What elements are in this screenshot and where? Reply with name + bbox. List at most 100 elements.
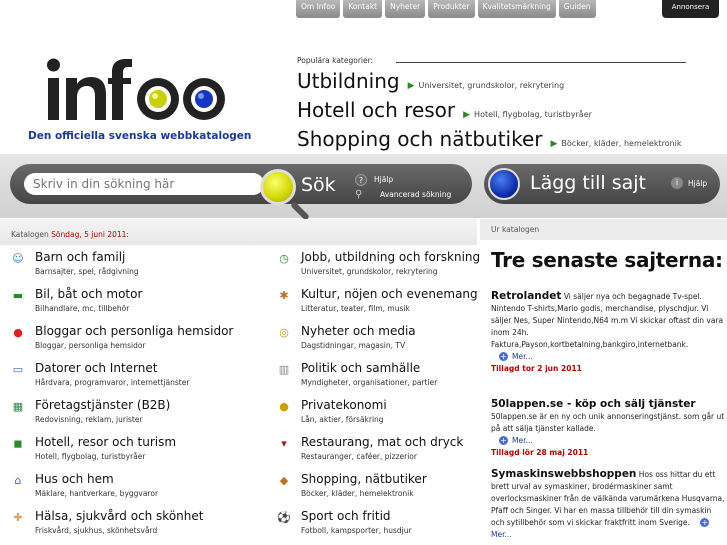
category-name[interactable]: Sport och fritid bbox=[301, 509, 391, 523]
nav-produkter[interactable]: Produkter bbox=[428, 0, 475, 18]
more-label[interactable]: Mer... bbox=[512, 352, 533, 361]
family-icon: ☺ bbox=[12, 252, 24, 265]
advanced-search-link[interactable]: Avancerad sökning bbox=[380, 190, 451, 199]
add-site-bar[interactable]: Lägg till sajt i Hjälp bbox=[484, 164, 720, 204]
entry-title-link[interactable]: Symaskinswebbshoppen bbox=[491, 468, 636, 480]
category-name[interactable]: Bil, båt och motor bbox=[35, 287, 142, 301]
popular-row-hotell[interactable]: Hotell och resor ▶ Hotell, flygbolag, tu… bbox=[297, 98, 592, 122]
infoo-logo-graphic bbox=[47, 58, 225, 120]
category-name[interactable]: Företagstjänster (B2B) bbox=[35, 398, 170, 412]
entry-title-link[interactable]: 50lappen.se - köp och sälj tjänster bbox=[491, 398, 696, 410]
category-name[interactable]: Shopping, nätbutiker bbox=[301, 472, 427, 486]
plus-icon: + bbox=[499, 352, 508, 361]
plus-icon: + bbox=[700, 518, 710, 527]
search-help-link[interactable]: Hjälp bbox=[374, 175, 393, 184]
binoculars-icon: ⚲ bbox=[355, 189, 363, 200]
nav-om-infoo[interactable]: Om Infoo bbox=[296, 0, 341, 18]
category-desc: Universitet, grundskolor, rekrytering bbox=[301, 267, 438, 276]
category-desc: Litteratur, teater, film, musik bbox=[301, 304, 410, 313]
category-desc: Böcker, kläder, hemelektronik bbox=[301, 489, 414, 498]
popular-categories-title: Populära kategorier: bbox=[297, 56, 374, 65]
arrow-right-icon: ▶ bbox=[463, 110, 471, 120]
entry-added-date: Tillagd lör 28 maj 2011 bbox=[491, 448, 589, 457]
popular-category-sub: Böcker, kläder, hemelektronik bbox=[561, 139, 682, 148]
category-name[interactable]: Nyheter och media bbox=[301, 324, 416, 338]
tagline: Den officiella svenska webbkatalogen bbox=[28, 130, 252, 142]
latest-title: Tre senaste sajterna: bbox=[491, 248, 723, 272]
entry-title-link[interactable]: Retrolandet bbox=[491, 290, 561, 302]
search-input[interactable] bbox=[24, 173, 264, 195]
popular-category-sub: Universitet, grundskolor, rekrytering bbox=[418, 81, 565, 90]
category-name[interactable]: Privatekonomi bbox=[301, 398, 387, 412]
popular-category-link[interactable]: Shopping och nätbutiker bbox=[297, 127, 543, 151]
search-button-label: Sök bbox=[301, 174, 336, 196]
latest-bar: Ur katalogen bbox=[480, 219, 727, 240]
latest-sites-panel: Ur katalogen Tre senaste sajterna: Retro… bbox=[480, 219, 727, 545]
category-desc: Mäklare, hantverkare, byggvaror bbox=[35, 489, 159, 498]
category-name[interactable]: Kultur, nöjen och evenemang bbox=[301, 287, 478, 301]
search-band: Sök ? Hjälp ⚲ Avancerad sökning Lägg til… bbox=[0, 154, 727, 218]
category-name[interactable]: Datorer och Internet bbox=[35, 361, 157, 375]
category-desc: Bloggar, personliga hemsidor bbox=[35, 341, 146, 350]
popular-row-shopping[interactable]: Shopping och nätbutiker ▶ Böcker, kläder… bbox=[297, 127, 682, 151]
search-button[interactable]: Sök bbox=[260, 169, 350, 205]
nav-kvalitetsmarkning[interactable]: Kvalitetsmärkning bbox=[477, 0, 556, 18]
latest-entry: Retrolandet Vi säljer nya och begagnade … bbox=[491, 290, 727, 375]
arrow-right-icon: ▶ bbox=[550, 139, 558, 149]
nav-nyheter[interactable]: Nyheter bbox=[385, 0, 426, 18]
category-desc: Friskvård, sjukhus, skönhetsvård bbox=[35, 526, 158, 535]
search-bar: Sök ? Hjälp ⚲ Avancerad sökning bbox=[10, 164, 472, 205]
category-name[interactable]: Hälsa, sjukvård och skönhet bbox=[35, 509, 203, 523]
popular-row-utbildning[interactable]: Utbildning ▶ Universitet, grundskolor, r… bbox=[297, 69, 564, 93]
nav-guiden[interactable]: Guiden bbox=[558, 0, 596, 18]
latest-entry: 50lappen.se - köp och sälj tjänster 50la… bbox=[491, 398, 727, 459]
palette-icon: ✱ bbox=[279, 289, 289, 302]
catalog-label: Katalogen bbox=[11, 230, 49, 239]
category-desc: Restauranger, caféer, pizzerior bbox=[301, 452, 417, 461]
entry-added-date: Tillagd tor 2 jun 2011 bbox=[491, 364, 582, 373]
category-name[interactable]: Jobb, utbildning och forskning bbox=[301, 250, 480, 264]
category-desc: Bilhandlare, mc, tillbehör bbox=[35, 304, 130, 313]
annonsera-button[interactable]: Annonsera bbox=[662, 0, 719, 18]
add-site-help-link[interactable]: Hjälp bbox=[688, 179, 707, 188]
category-name[interactable]: Barn och familj bbox=[35, 250, 125, 264]
category-name[interactable]: Hus och hem bbox=[35, 472, 114, 486]
top-navigation: Om Infoo Kontakt Nyheter Produkter Kvali… bbox=[296, 0, 596, 18]
top-bar: Om Infoo Kontakt Nyheter Produkter Kvali… bbox=[0, 0, 727, 34]
catalog-section: Katalogen Söndag, 5 juni 2011: ☺ Barn oc… bbox=[0, 219, 480, 545]
help-icon[interactable]: ? bbox=[355, 174, 367, 186]
magnifier-icon bbox=[260, 169, 296, 205]
suitcase-icon: ◼ bbox=[13, 437, 23, 450]
more-link[interactable]: + Mer... bbox=[491, 351, 727, 363]
latest-entry: Symaskinswebbshoppen Hos oss hittar du e… bbox=[491, 468, 727, 541]
plus-icon: + bbox=[499, 436, 508, 445]
computer-icon: ▭ bbox=[12, 363, 24, 376]
catalog-date: Söndag, 5 juni 2011: bbox=[51, 230, 129, 239]
category-name[interactable]: Hotell, resor och turism bbox=[35, 435, 176, 449]
info-icon[interactable]: i bbox=[671, 177, 683, 189]
category-desc: Redovisning, reklam, jurister bbox=[35, 415, 143, 424]
add-site-ball-icon bbox=[488, 168, 520, 200]
nav-kontakt[interactable]: Kontakt bbox=[343, 0, 383, 18]
category-name[interactable]: Politik och samhälle bbox=[301, 361, 420, 375]
category-desc: Dagstidningar, magasin, TV bbox=[301, 341, 406, 350]
more-link[interactable]: + Mer... bbox=[491, 435, 727, 447]
add-site-button[interactable]: Lägg till sajt bbox=[530, 172, 646, 194]
category-desc: Hårdvara, programvaror, internettjänster bbox=[35, 378, 190, 387]
popular-category-link[interactable]: Utbildning bbox=[297, 69, 400, 93]
speech-bubble-icon: ● bbox=[13, 326, 23, 339]
divider bbox=[396, 62, 686, 63]
chart-icon: ▦ bbox=[12, 400, 24, 413]
popular-category-link[interactable]: Hotell och resor bbox=[297, 98, 455, 122]
category-name[interactable]: Bloggar och personliga hemsidor bbox=[35, 324, 233, 338]
football-icon: ⚽ bbox=[277, 511, 291, 524]
category-desc: Barnsajter, spel, rådgivning bbox=[35, 267, 139, 276]
more-label[interactable]: Mer... bbox=[491, 530, 512, 539]
category-desc: Myndigheter, organisationer, partier bbox=[301, 378, 438, 387]
logo[interactable] bbox=[46, 54, 236, 126]
category-name[interactable]: Restaurang, mat och dryck bbox=[301, 435, 463, 449]
clock-icon: ◷ bbox=[279, 252, 289, 265]
car-icon: ▬ bbox=[12, 289, 24, 302]
house-icon: ⌂ bbox=[14, 474, 22, 487]
more-label[interactable]: Mer... bbox=[512, 436, 533, 445]
